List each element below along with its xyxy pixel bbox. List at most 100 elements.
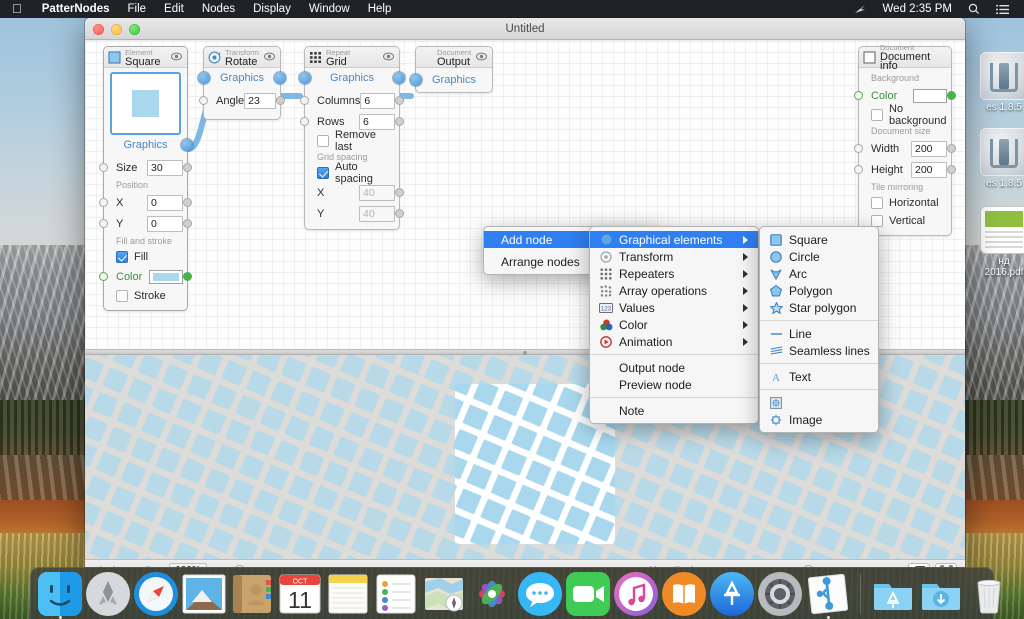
context-menu-item-circle[interactable]: Circle xyxy=(760,248,878,265)
dock[interactable]: OCT 11 xyxy=(30,567,994,619)
param-x[interactable]: X 0 xyxy=(104,192,187,213)
context-menu-item-array-operations[interactable]: Array operations xyxy=(590,282,758,299)
node-rotate-port[interactable]: Graphics xyxy=(204,68,280,87)
desktop-icon-dmg-1[interactable]: es 1.8.5 xyxy=(972,52,1024,113)
spacing-x-input[interactable]: 40 xyxy=(359,185,395,201)
output-socket[interactable] xyxy=(395,96,404,105)
param-height[interactable]: Height 200 xyxy=(859,159,951,180)
node-document-info[interactable]: Document Document info Background Color … xyxy=(858,46,952,236)
context-menu-item-output-node[interactable]: Output node xyxy=(590,359,758,376)
param-y[interactable]: Y 0 xyxy=(104,213,187,234)
param-width[interactable]: Width 200 xyxy=(859,138,951,159)
input-socket[interactable] xyxy=(854,91,863,100)
node-output[interactable]: Document Output Graphics xyxy=(415,46,493,93)
param-fill[interactable]: Fill xyxy=(104,248,187,266)
param-remove-last[interactable]: Remove last xyxy=(305,132,399,150)
zoom-button[interactable] xyxy=(129,24,140,35)
angle-input[interactable]: 23 xyxy=(244,93,276,109)
eye-icon[interactable] xyxy=(171,52,182,61)
color-swatch[interactable] xyxy=(913,89,947,103)
node-grid-port[interactable]: Graphics xyxy=(305,68,399,87)
node-grid[interactable]: Repeat Grid Graphics Columns 6 xyxy=(304,46,400,230)
notification-center-icon[interactable] xyxy=(988,4,1017,15)
context-menu-item-repeaters[interactable]: Repeaters xyxy=(590,265,758,282)
context-menu-item-note[interactable]: Note xyxy=(590,402,758,419)
rows-input[interactable]: 6 xyxy=(359,114,395,130)
input-socket[interactable] xyxy=(99,163,108,172)
param-columns[interactable]: Columns 6 xyxy=(305,90,399,111)
itunes-icon[interactable] xyxy=(614,572,658,616)
context-menu-item-arc[interactable]: Arc xyxy=(760,265,878,282)
context-menu-level-3[interactable]: Square Circle Arc Polygon Star polygon xyxy=(759,226,879,433)
menu-item-window[interactable]: Window xyxy=(300,0,359,18)
node-document-info-header[interactable]: Document Document info xyxy=(859,47,951,68)
photos-icon[interactable] xyxy=(470,572,514,616)
param-angle[interactable]: Angle 23 xyxy=(204,90,280,111)
context-menu-item-seamless-lines[interactable]: Seamless lines xyxy=(760,342,878,359)
output-socket[interactable] xyxy=(274,72,286,84)
downloads-folder-icon[interactable] xyxy=(919,572,963,616)
x-input[interactable]: 0 xyxy=(147,195,183,211)
node-square-output-port[interactable]: Graphics xyxy=(104,135,187,154)
context-menu-item-line[interactable]: Line xyxy=(760,325,878,342)
output-socket[interactable] xyxy=(183,272,192,281)
size-input[interactable]: 30 xyxy=(147,160,183,176)
menu-item-display[interactable]: Display xyxy=(244,0,300,18)
input-socket[interactable] xyxy=(198,72,210,84)
node-square-preview[interactable] xyxy=(110,72,181,135)
input-socket[interactable] xyxy=(299,72,311,84)
maps-icon[interactable] xyxy=(422,572,466,616)
menu-bar-clock[interactable]: Wed 2:35 PM xyxy=(875,0,960,18)
notes-icon[interactable] xyxy=(326,572,370,616)
context-menu-item-animation[interactable]: Animation xyxy=(590,333,758,350)
color-swatch[interactable] xyxy=(149,270,183,284)
output-socket[interactable] xyxy=(947,144,956,153)
launchpad-icon[interactable] xyxy=(86,572,130,616)
applications-folder-icon[interactable] xyxy=(871,572,915,616)
param-color[interactable]: Color xyxy=(104,266,187,287)
stroke-checkbox[interactable] xyxy=(116,290,128,302)
reminders-icon[interactable] xyxy=(374,572,418,616)
output-socket[interactable] xyxy=(395,209,404,218)
output-socket[interactable] xyxy=(947,91,956,100)
context-menu-item-values[interactable]: 123 Values xyxy=(590,299,758,316)
patternodes-window[interactable]: Untitled Element Square xyxy=(85,18,965,567)
node-square-header[interactable]: Element Square xyxy=(104,47,187,68)
param-size[interactable]: Size 30 xyxy=(104,157,187,178)
system-preferences-icon[interactable] xyxy=(758,572,802,616)
param-stroke[interactable]: Stroke xyxy=(104,287,187,305)
ibooks-icon[interactable] xyxy=(662,572,706,616)
minimize-button[interactable] xyxy=(111,24,122,35)
columns-input[interactable]: 6 xyxy=(360,93,395,109)
param-spacing-x[interactable]: X 40 xyxy=(305,182,399,203)
output-socket[interactable] xyxy=(183,219,192,228)
eye-icon[interactable] xyxy=(264,52,275,61)
output-socket[interactable] xyxy=(183,198,192,207)
input-socket[interactable] xyxy=(99,219,108,228)
output-socket[interactable] xyxy=(395,117,404,126)
input-socket[interactable] xyxy=(854,144,863,153)
close-button[interactable] xyxy=(93,24,104,35)
param-no-background[interactable]: No background xyxy=(859,106,951,124)
input-socket[interactable] xyxy=(410,74,422,86)
fill-checkbox[interactable] xyxy=(116,251,128,263)
output-socket[interactable] xyxy=(395,188,404,197)
y-input[interactable]: 0 xyxy=(147,216,183,232)
context-menu-item-preview-node[interactable]: Preview node xyxy=(590,376,758,393)
desktop-icon-pdf[interactable]: нд 2016.pdf xyxy=(972,206,1024,278)
width-input[interactable]: 200 xyxy=(911,141,947,157)
node-output-port[interactable]: Graphics xyxy=(416,68,492,92)
input-socket[interactable] xyxy=(199,96,208,105)
input-socket[interactable] xyxy=(854,165,863,174)
app-store-icon[interactable] xyxy=(710,572,754,616)
height-input[interactable]: 200 xyxy=(911,162,947,178)
eye-icon[interactable] xyxy=(476,52,487,61)
safari-icon[interactable] xyxy=(134,572,178,616)
context-menu-item-text[interactable]: A Text xyxy=(760,368,878,385)
menu-item-nodes[interactable]: Nodes xyxy=(193,0,244,18)
context-menu-item-custom-shape[interactable]: Image xyxy=(760,411,878,428)
input-socket[interactable] xyxy=(99,198,108,207)
airplay-icon[interactable] xyxy=(846,4,875,15)
input-socket[interactable] xyxy=(99,272,108,281)
menu-item-help[interactable]: Help xyxy=(359,0,401,18)
